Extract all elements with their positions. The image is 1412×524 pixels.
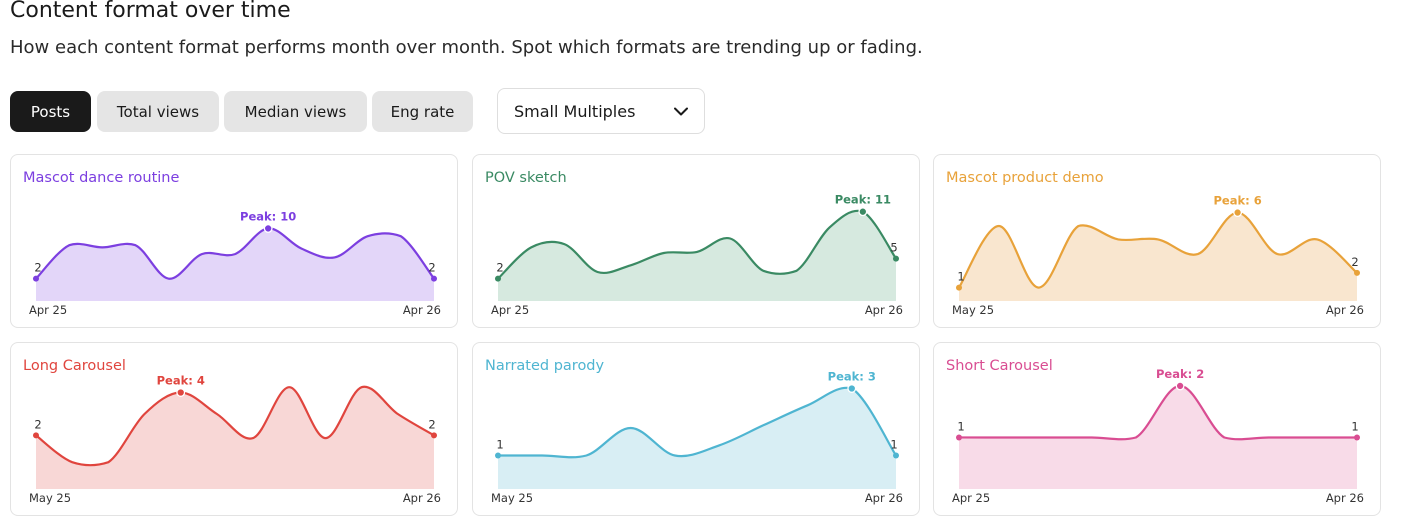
x-end-label: Apr 26 xyxy=(1326,303,1364,317)
start-value-label: 2 xyxy=(34,417,41,431)
peak-label: Peak: 4 xyxy=(157,374,205,388)
peak-label: Peak: 3 xyxy=(828,370,876,384)
x-end-label: Apr 26 xyxy=(865,491,903,505)
start-point xyxy=(33,275,39,282)
chart-plot: Peak: 2 1 1 Apr 25 Apr 26 xyxy=(952,367,1364,505)
end-value-label: 2 xyxy=(1351,255,1358,269)
end-point xyxy=(1354,434,1360,441)
chart-card: Mascot product demo Peak: 6 1 2 May 25 Apr 2… xyxy=(933,154,1381,328)
start-value-label: 2 xyxy=(496,261,503,275)
end-point xyxy=(1354,269,1360,276)
peak-point xyxy=(176,388,186,397)
end-point xyxy=(893,452,899,459)
start-point xyxy=(956,284,962,291)
start-point xyxy=(495,275,501,282)
page-subtitle: How each content format performs month o… xyxy=(10,37,923,58)
start-value-label: 1 xyxy=(957,270,964,284)
x-end-label: Apr 26 xyxy=(403,303,441,317)
end-value-label: 2 xyxy=(428,261,435,275)
peak-point xyxy=(1175,381,1185,391)
chart-card: Narrated parody Peak: 3 1 1 May 25 Apr 26 xyxy=(472,342,920,516)
page-title: Content format over time xyxy=(10,0,291,23)
chart-plot: Peak: 10 2 2 Apr 25 Apr 26 xyxy=(29,209,441,317)
start-point xyxy=(956,434,962,441)
end-point xyxy=(431,275,437,282)
peak-label: Peak: 2 xyxy=(1156,367,1204,381)
tab-eng-rate[interactable]: Eng rate xyxy=(372,91,473,132)
start-value-label: 1 xyxy=(957,419,964,433)
end-value-label: 1 xyxy=(890,438,897,452)
tab-total-views[interactable]: Total views xyxy=(97,91,219,132)
peak-point xyxy=(1233,208,1243,218)
area-fill xyxy=(36,228,434,301)
chevron-down-icon xyxy=(674,107,688,116)
peak-point xyxy=(263,223,273,233)
peak-label: Peak: 6 xyxy=(1213,194,1261,208)
chart-plot: Peak: 3 1 1 May 25 Apr 26 xyxy=(491,370,903,506)
area-fill xyxy=(498,210,896,301)
end-point xyxy=(893,255,899,262)
x-start-label: May 25 xyxy=(491,491,533,505)
area-fill xyxy=(498,387,896,489)
end-value-label: 2 xyxy=(428,417,435,431)
peak-point xyxy=(847,384,857,393)
peak-label: Peak: 10 xyxy=(240,209,296,223)
chart-card: Mascot dance routine Peak: 10 2 2 Apr 25 Apr… xyxy=(10,154,458,328)
view-mode-value: Small Multiples xyxy=(514,101,636,121)
x-start-label: Apr 25 xyxy=(29,303,67,317)
chart-plot: Peak: 4 2 2 May 25 Apr 26 xyxy=(29,374,441,505)
x-end-label: Apr 26 xyxy=(865,303,903,317)
tab-median-views[interactable]: Median views xyxy=(224,91,367,132)
peak-point xyxy=(858,207,868,217)
view-mode-select[interactable]: Small Multiples xyxy=(497,88,705,134)
x-end-label: Apr 26 xyxy=(1326,491,1364,505)
x-start-label: Apr 25 xyxy=(952,491,990,505)
peak-label: Peak: 11 xyxy=(835,193,891,207)
chart-card: Short Carousel Peak: 2 1 1 Apr 25 Apr 26 xyxy=(933,342,1381,516)
x-start-label: May 25 xyxy=(952,303,994,317)
end-point xyxy=(431,432,437,439)
chart-card: Long Carousel Peak: 4 2 2 May 25 Apr 26 xyxy=(10,342,458,516)
x-start-label: May 25 xyxy=(29,491,71,505)
chart-plot: Peak: 11 2 5 Apr 25 Apr 26 xyxy=(491,193,903,317)
end-value-label: 1 xyxy=(1351,419,1358,433)
x-end-label: Apr 26 xyxy=(403,491,441,505)
start-point xyxy=(33,432,39,439)
start-point xyxy=(495,452,501,459)
end-value-label: 5 xyxy=(890,241,897,255)
start-value-label: 1 xyxy=(496,438,503,452)
tab-posts[interactable]: Posts xyxy=(10,91,91,132)
chart-plot: Peak: 6 1 2 May 25 Apr 26 xyxy=(952,194,1364,317)
start-value-label: 2 xyxy=(34,261,41,275)
chart-card: POV sketch Peak: 11 2 5 Apr 25 Apr 26 xyxy=(472,154,920,328)
area-fill xyxy=(36,386,434,489)
x-start-label: Apr 25 xyxy=(491,303,529,317)
